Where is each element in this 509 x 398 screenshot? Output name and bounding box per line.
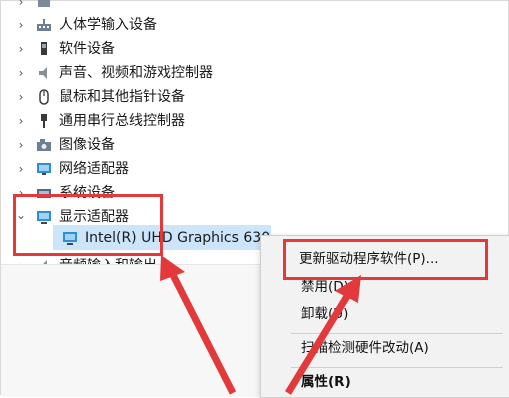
arrow-to-display-adapter	[167, 269, 237, 395]
annotation-arrows	[160, 255, 361, 395]
arrow-to-update-driver	[285, 291, 352, 395]
device-manager-window: › › 人体学输入设备 › 软件设备 › 声音、视频和游戏控制器 › 鼠标和其他…	[0, 0, 509, 398]
